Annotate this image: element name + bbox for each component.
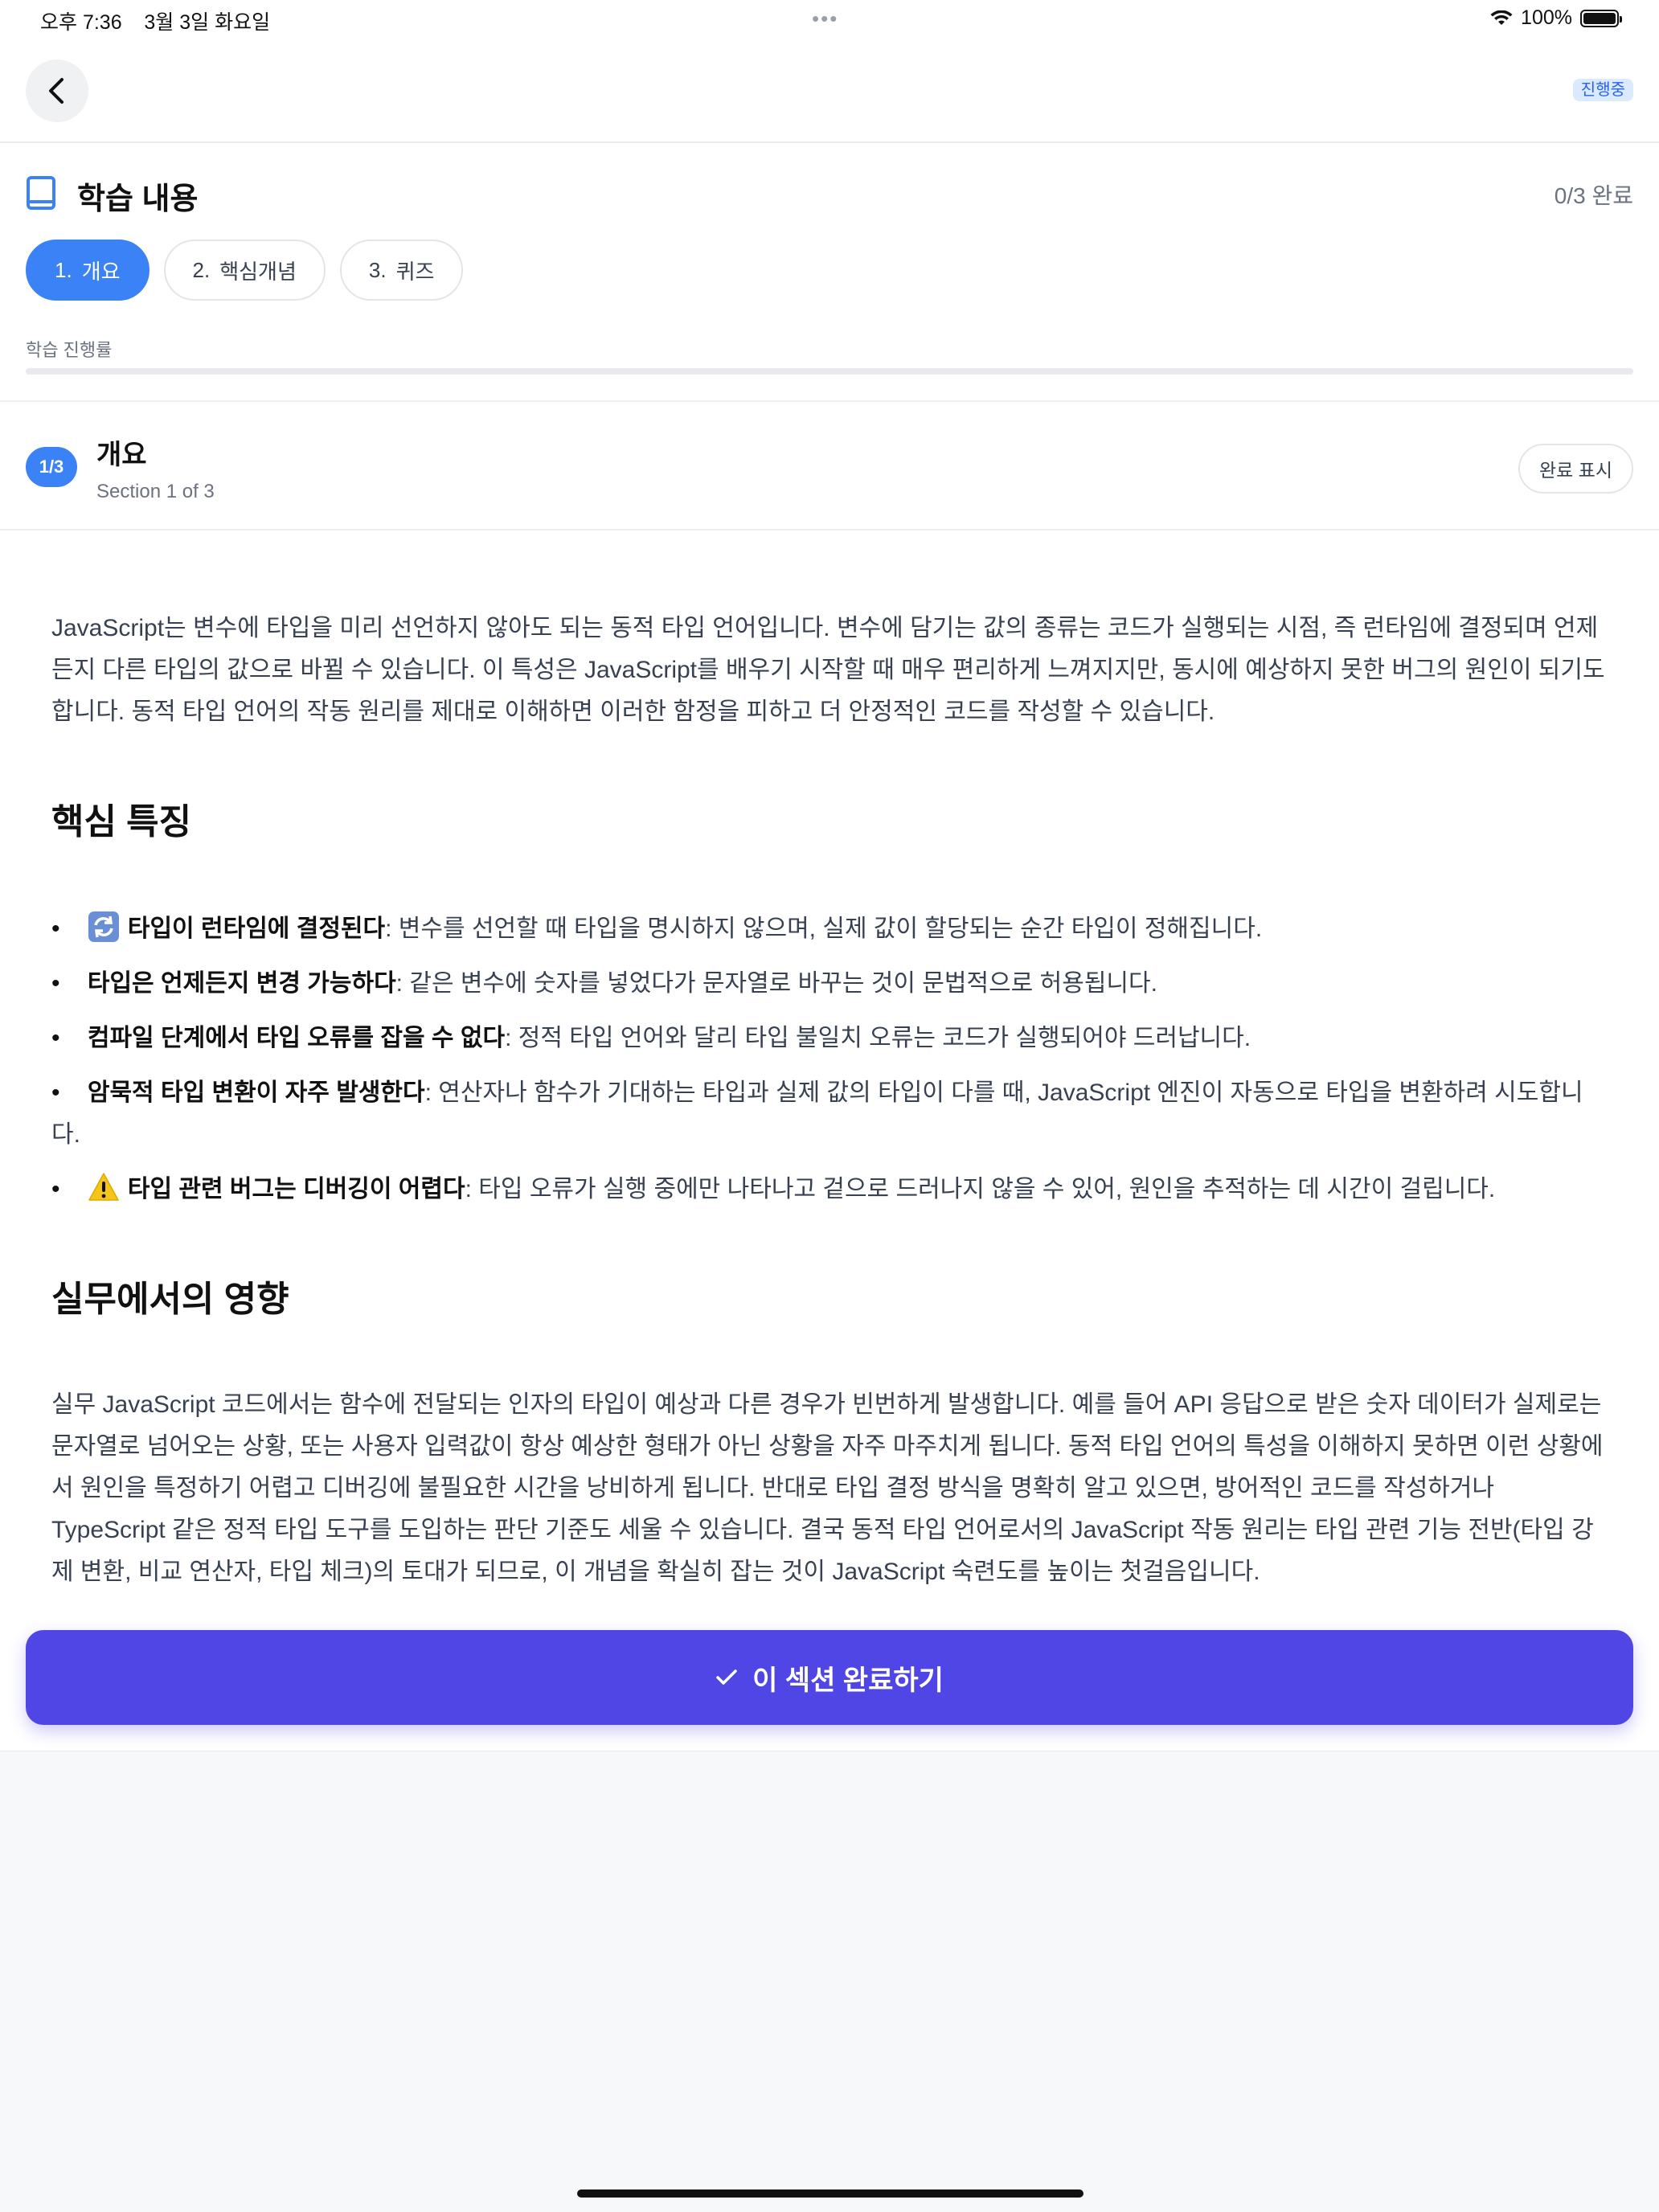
bullet-bold-text: 타입 관련 버그는 디버깅이 어렵다 <box>127 1176 465 1202</box>
bullet-bold-text: 타입은 언제든지 변경 가능하다 <box>87 970 396 997</box>
bullet-text: : 타입 오류가 실행 중에만 나타나고 겉으로 드러나지 않을 수 있어, 원… <box>465 1176 1496 1202</box>
back-button[interactable] <box>26 59 88 122</box>
status-date-value: 3월 3일 화요일 <box>144 11 271 34</box>
tab-core-concepts[interactable]: 2. 핵심개념 <box>163 240 326 301</box>
status-time: 오후 7:36 3월 3일 화요일 <box>40 6 270 35</box>
progress-label: 학습 진행률 <box>26 340 113 360</box>
feature-list: 타입이 런타임에 결정된다: 변수를 선언할 때 타입을 명시하지 않으며, 실… <box>51 908 1611 1223</box>
chevron-left-icon <box>49 78 63 104</box>
mark-complete-button[interactable]: 완료 표시 <box>1518 444 1633 494</box>
tab-overview[interactable]: 1. 개요 <box>26 240 150 301</box>
tab-number: 2. <box>192 257 211 282</box>
tab-number: 3. <box>368 257 387 282</box>
top-nav-bar: 진행중 <box>0 40 1659 143</box>
wifi-icon <box>1490 10 1513 25</box>
tab-label: 퀴즈 <box>395 259 435 284</box>
multitask-dots-icon[interactable]: ••• <box>812 6 838 31</box>
status-indicators: 100% <box>1490 6 1622 30</box>
section-tabs: 1. 개요 2. 핵심개념 3. 퀴즈 <box>26 240 464 301</box>
bullet-bold-text: 타입이 런타임에 결정된다 <box>127 916 386 942</box>
book-icon <box>27 176 55 210</box>
check-icon <box>716 1669 737 1685</box>
tab-label: 개요 <box>81 259 121 284</box>
status-bar: 오후 7:36 3월 3일 화요일 ••• 100% <box>0 0 1659 40</box>
status-badge: 진행중 <box>1572 79 1633 101</box>
list-item: 컴파일 단계에서 타입 오류를 잡을 수 없다: 정적 타입 언어와 달리 타입… <box>51 1018 1611 1059</box>
list-item: 타입은 언제든지 변경 가능하다: 같은 변수에 숫자를 넣었다가 문자열로 바… <box>51 963 1611 1005</box>
lesson-card: 진행중 학습 내용 0/3 완료 1. 개요 2. 핵심개념 3. 퀴즈 학습 … <box>0 40 1659 1751</box>
heading-key-features: 핵심 특징 <box>51 802 192 842</box>
bullet-text: : 변수를 선언할 때 타입을 명시하지 않으며, 실제 값이 할당되는 순간 … <box>385 916 1263 942</box>
section-header: 1/3 개요 Section 1 of 3 완료 표시 <box>0 402 1659 530</box>
section-title: 개요 <box>96 440 147 470</box>
heading-practical-impact: 실무에서의 영향 <box>51 1280 289 1319</box>
bullet-text: : 정적 타입 언어와 달리 타입 불일치 오류는 코드가 실행되어야 드러납니… <box>505 1025 1251 1051</box>
progress-count: 0/3 완료 <box>1554 183 1633 208</box>
tab-quiz[interactable]: 3. 퀴즈 <box>339 240 464 301</box>
tab-number: 1. <box>55 257 72 282</box>
intro-paragraph: JavaScript는 변수에 타입을 미리 선언하지 않아도 되는 동적 타입… <box>51 615 1605 725</box>
learning-header: 학습 내용 0/3 완료 <box>26 169 1633 217</box>
list-item: 타입이 런타임에 결정된다: 변수를 선언할 때 타입을 명시하지 않으며, 실… <box>51 908 1611 950</box>
bullet-bold-text: 컴파일 단계에서 타입 오류를 잡을 수 없다 <box>87 1025 506 1051</box>
warning-emoji-icon <box>88 1173 119 1201</box>
learning-title: 학습 내용 <box>77 182 199 216</box>
practice-paragraph: 실무 JavaScript 코드에서는 함수에 전달되는 인자의 타입이 예상과… <box>51 1391 1604 1585</box>
status-time-value: 오후 7:36 <box>40 11 122 34</box>
progress-bar <box>26 368 1633 375</box>
bullet-text: : 같은 변수에 숫자를 넣었다가 문자열로 바꾸는 것이 문법적으로 허용됩니… <box>395 970 1157 997</box>
battery-icon <box>1580 9 1622 27</box>
bullet-bold-text: 암묵적 타입 변환이 자주 발생한다 <box>87 1079 425 1106</box>
tab-label: 핵심개념 <box>219 259 297 284</box>
refresh-emoji-icon <box>88 911 119 942</box>
section-number-badge: 1/3 <box>26 447 77 487</box>
list-item: 암묵적 타입 변환이 자주 발생한다: 연산자나 함수가 기대하는 타입과 실제… <box>51 1072 1611 1156</box>
battery-percent: 100% <box>1521 6 1572 29</box>
lesson-content: JavaScript는 변수에 타입을 미리 선언하지 않아도 되는 동적 타입… <box>51 608 1611 1585</box>
home-indicator[interactable] <box>577 2189 1083 2198</box>
complete-section-button[interactable]: 이 섹션 완료하기 <box>26 1630 1633 1725</box>
list-item: 타입 관련 버그는 디버깅이 어렵다: 타입 오류가 실행 중에만 나타나고 겉… <box>51 1169 1611 1210</box>
complete-section-label: 이 섹션 완료하기 <box>752 1665 944 1696</box>
section-subtitle: Section 1 of 3 <box>96 481 215 502</box>
